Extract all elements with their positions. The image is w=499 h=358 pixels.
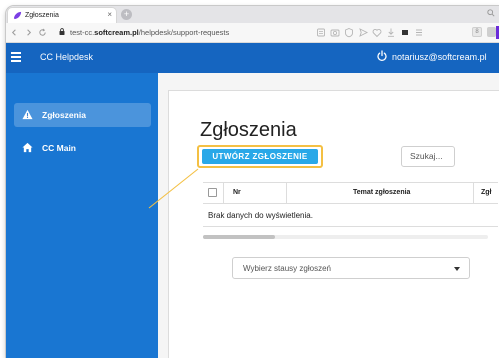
column-divider xyxy=(223,183,224,203)
app-header: CC Helpdesk notariusz@softcream.pl xyxy=(6,43,499,73)
lock-icon[interactable] xyxy=(59,28,65,35)
select-all-checkbox[interactable] xyxy=(208,188,217,197)
search-input[interactable]: Szukaj... xyxy=(401,146,455,167)
download-icon[interactable] xyxy=(384,26,398,39)
tab-strip: Zgłoszenia × + xyxy=(6,6,499,23)
extension-icon[interactable] xyxy=(487,27,496,37)
create-request-button[interactable]: UTWÓRZ ZGŁOSZENIE xyxy=(202,149,318,164)
address-bar: test-cc.softcream.pl/helpdesk/support-re… xyxy=(6,23,499,43)
toolbar-icons xyxy=(314,26,426,39)
tab-title: Zgłoszenia xyxy=(25,12,59,19)
status-select[interactable]: Wybierz stausy zgłoszeń xyxy=(232,257,470,279)
table-header: Nr Temat zgłoszenia Zgł xyxy=(203,182,498,204)
user-email[interactable]: notariusz@softcream.pl xyxy=(392,51,487,64)
app-title[interactable]: CC Helpdesk xyxy=(40,51,93,64)
column-divider xyxy=(286,183,287,203)
tab-close-icon[interactable]: × xyxy=(107,9,112,21)
menu-icon[interactable] xyxy=(412,26,426,39)
reader-icon[interactable] xyxy=(314,26,328,39)
requests-table: Nr Temat zgłoszenia Zgł Brak danych do w… xyxy=(203,182,498,227)
hamburger-menu-icon[interactable] xyxy=(11,52,21,62)
new-tab-button[interactable]: + xyxy=(121,9,132,20)
column-header-zgl[interactable]: Zgł xyxy=(481,187,492,198)
status-select-value: Wybierz stausy zgłoszeń xyxy=(243,264,331,273)
sidebar: Zgłoszenia CC Main xyxy=(6,73,158,358)
table-horizontal-scrollbar[interactable] xyxy=(203,235,488,239)
empty-message: Brak danych do wyświetlenia. xyxy=(208,211,313,220)
extension-badge-icon[interactable]: 8 xyxy=(472,27,482,37)
back-icon[interactable] xyxy=(10,27,19,38)
tab-search-icon[interactable] xyxy=(487,9,495,17)
warning-icon xyxy=(22,109,33,120)
sidebar-item-zgloszenia[interactable]: Zgłoszenia xyxy=(14,103,151,127)
browser-tab[interactable]: Zgłoszenia × xyxy=(8,8,116,23)
chevron-down-icon xyxy=(454,267,460,271)
column-divider xyxy=(473,183,474,203)
forward-icon[interactable] xyxy=(24,27,33,38)
shield-icon[interactable] xyxy=(342,26,356,39)
home-icon xyxy=(22,142,33,153)
sidebar-item-label: CC Main xyxy=(42,143,76,153)
camera-icon[interactable] xyxy=(328,26,342,39)
reload-icon[interactable] xyxy=(38,27,47,38)
create-request-highlight: UTWÓRZ ZGŁOSZENIE xyxy=(197,145,323,168)
heart-icon[interactable] xyxy=(370,26,384,39)
url-field[interactable]: test-cc.softcream.pl/helpdesk/support-re… xyxy=(70,27,229,38)
column-header-nr[interactable]: Nr xyxy=(233,187,241,198)
sidebar-item-label: Zgłoszenia xyxy=(42,110,86,120)
scrollbar-thumb[interactable] xyxy=(203,235,275,239)
url-prefix: test-cc. xyxy=(70,28,95,37)
column-header-temat[interactable]: Temat zgłoszenia xyxy=(353,187,410,198)
url-domain: softcream.pl xyxy=(94,28,139,37)
send-icon[interactable] xyxy=(356,26,370,39)
table-empty-row: Brak danych do wyświetlenia. xyxy=(203,204,498,227)
sidebar-item-cc-main[interactable]: CC Main xyxy=(14,136,151,160)
favicon-icon xyxy=(13,11,22,20)
battery-icon[interactable] xyxy=(398,26,412,39)
power-icon[interactable] xyxy=(376,50,388,62)
url-path: /helpdesk/support-requests xyxy=(138,28,230,37)
page-title: Zgłoszenia xyxy=(200,119,297,141)
